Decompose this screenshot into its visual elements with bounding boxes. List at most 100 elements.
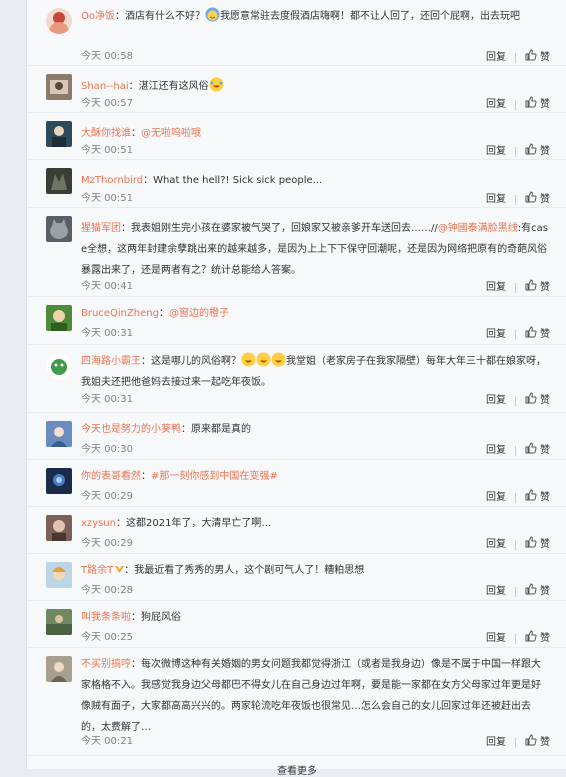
like-button[interactable]: 赞 — [540, 443, 550, 459]
reply-button[interactable]: 回复 — [486, 144, 506, 160]
like-button[interactable]: 赞 — [540, 327, 550, 343]
comment-username[interactable]: Shan--hai — [81, 81, 129, 92]
like-button[interactable]: 赞 — [540, 144, 550, 160]
comment-username[interactable]: 不买别搞哼 — [81, 659, 131, 670]
comment-username[interactable]: 今天也是努力的小葵鸭 — [81, 424, 181, 435]
avatar[interactable] — [46, 609, 72, 635]
comment-time: 今天 00:41 — [81, 281, 133, 292]
comment-time: 今天 00:29 — [81, 538, 133, 549]
comment-username[interactable]: 大酥你找谁 — [81, 128, 131, 139]
divider — [515, 540, 516, 550]
comment-username[interactable]: T路余T — [81, 565, 113, 576]
comment-actions: 回复 赞 — [486, 392, 550, 408]
comment-item: 大酥你找谁：@无啦呜啦哦 今天 00:51 回复 赞 — [27, 113, 566, 160]
comment-item: T路余T ：我最近看了秀秀的男人，这个剧可气人了！糟粕思想 今天 00:28 回复… — [27, 554, 566, 601]
like-button[interactable]: 赞 — [540, 631, 550, 647]
thumbs-up-icon[interactable] — [525, 143, 537, 161]
reply-button[interactable]: 回复 — [486, 50, 506, 66]
thumbs-up-icon[interactable] — [525, 279, 537, 297]
thumbs-up-icon[interactable] — [525, 536, 537, 554]
avatar[interactable] — [46, 168, 72, 194]
like-button[interactable]: 赞 — [540, 537, 550, 553]
divider — [515, 587, 516, 597]
avatar[interactable] — [46, 216, 72, 242]
thumbs-up-icon[interactable] — [525, 630, 537, 648]
comment-text: BruceQinZheng：@窗边的橙子 — [81, 308, 229, 319]
comment-text: Shan--hai：湛江还有这风俗 — [81, 76, 549, 97]
thumbs-up-icon[interactable] — [525, 734, 537, 752]
divider — [515, 493, 516, 503]
reply-button[interactable]: 回复 — [486, 490, 506, 506]
topic-link[interactable]: #那一刻你感到中国在变强# — [151, 471, 278, 482]
reply-button[interactable]: 回复 — [486, 327, 506, 343]
thumbs-up-icon[interactable] — [525, 326, 537, 344]
comment-text: 不买别搞哼：每次微博这种有关婚姻的男女问题我都觉得浙江（或者是我身边）像是不属于… — [81, 659, 541, 733]
thumbs-up-icon[interactable] — [525, 392, 537, 410]
divider — [515, 195, 516, 205]
reply-button[interactable]: 回复 — [486, 631, 506, 647]
avatar[interactable] — [46, 562, 72, 588]
comment-actions: 回复 赞 — [486, 191, 550, 207]
like-button[interactable]: 赞 — [540, 393, 550, 409]
comment-username[interactable]: xzysun — [81, 518, 116, 529]
comment-time: 今天 00:51 — [81, 193, 133, 204]
comment-username[interactable]: 叫我条条啦 — [81, 612, 131, 623]
avatar[interactable] — [46, 468, 72, 494]
comment-time: 今天 00:28 — [81, 585, 133, 596]
thumbs-up-icon[interactable] — [525, 191, 537, 209]
reply-button[interactable]: 回复 — [486, 280, 506, 296]
comment-username[interactable]: Oo净饭 — [81, 11, 115, 22]
comment-time: 今天 00:57 — [81, 98, 133, 109]
like-button[interactable]: 赞 — [540, 735, 550, 751]
comment-username[interactable]: 你的表哥看然 — [81, 471, 141, 482]
reply-button[interactable]: 回复 — [486, 537, 506, 553]
comment-item: 今天也是努力的小葵鸭：原来都是真的 今天 00:30 回复 赞 — [27, 413, 566, 460]
avatar[interactable] — [46, 421, 72, 447]
thumbs-up-icon[interactable] — [525, 442, 537, 460]
comment-username[interactable]: 猩猫军团 — [81, 223, 121, 234]
avatar[interactable] — [46, 515, 72, 541]
divider — [515, 634, 516, 644]
load-more-link[interactable]: 查看更多 — [27, 762, 566, 777]
comment-time: 今天 00:31 — [81, 394, 133, 405]
like-button[interactable]: 赞 — [540, 584, 550, 600]
comment-text: xzysun：这都2021年了，大清早亡了啊… — [81, 518, 272, 529]
avatar[interactable] — [46, 656, 72, 682]
avatar[interactable] — [46, 8, 72, 34]
like-button[interactable]: 赞 — [540, 50, 550, 66]
thumbs-up-icon[interactable] — [525, 583, 537, 601]
comment-text: 猩猫军团：我表姐刚生完小孩在婆家被气哭了，回娘家又被亲爹开车送回去……//@钟國… — [81, 223, 548, 276]
comment-time: 今天 00:29 — [81, 491, 133, 502]
thumbs-up-icon[interactable] — [525, 49, 537, 67]
reply-button[interactable]: 回复 — [486, 735, 506, 751]
mention-link[interactable]: @无啦呜啦哦 — [141, 128, 201, 139]
reply-button[interactable]: 回复 — [486, 443, 506, 459]
avatar[interactable] — [46, 305, 72, 331]
comment-username[interactable]: 四海路小霸王 — [81, 356, 141, 367]
avatar[interactable] — [46, 74, 72, 100]
avatar[interactable] — [46, 121, 72, 147]
mention-link[interactable]: @窗边的橙子 — [169, 308, 229, 319]
comment-item: 叫我条条啦：狗屁风俗 今天 00:25 回复 赞 — [27, 601, 566, 648]
comment-username[interactable]: BruceQinZheng — [81, 308, 159, 319]
reply-button[interactable]: 回复 — [486, 97, 506, 113]
like-button[interactable]: 赞 — [540, 490, 550, 506]
like-button[interactable]: 赞 — [540, 192, 550, 208]
like-button[interactable]: 赞 — [540, 280, 550, 296]
reply-button[interactable]: 回复 — [486, 192, 506, 208]
reply-button[interactable]: 回复 — [486, 584, 506, 600]
tear-laugh-emoji-icon — [209, 77, 224, 92]
comment-time: 今天 00:30 — [81, 444, 133, 455]
divider — [515, 53, 516, 63]
comment-time: 今天 00:31 — [81, 328, 133, 339]
avatar[interactable] — [46, 353, 72, 379]
like-button[interactable]: 赞 — [540, 97, 550, 113]
comment-text: 今天也是努力的小葵鸭：原来都是真的 — [81, 424, 251, 435]
reply-button[interactable]: 回复 — [486, 393, 506, 409]
thumbs-up-icon[interactable] — [525, 489, 537, 507]
comment-actions: 回复 赞 — [486, 489, 550, 505]
comment-username[interactable]: MzThornbird — [81, 175, 143, 186]
mention-link[interactable]: @钟國泰满脸黑线 — [438, 223, 518, 234]
laugh-emoji-icon — [256, 352, 271, 367]
thumbs-up-icon[interactable] — [525, 96, 537, 114]
